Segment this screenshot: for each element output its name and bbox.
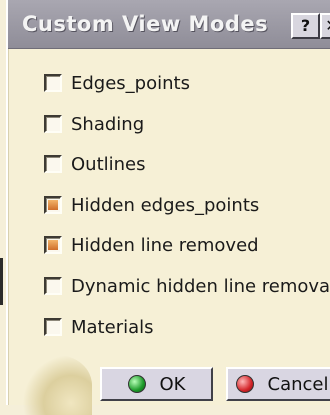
- checkbox[interactable]: [44, 277, 62, 295]
- option-label: Edges_points: [71, 72, 190, 94]
- option-materials[interactable]: Materials: [44, 314, 154, 340]
- checkbox[interactable]: [44, 196, 62, 214]
- checkbox[interactable]: [44, 236, 62, 254]
- check-mark-icon: [48, 200, 58, 210]
- cancel-button[interactable]: Cancel: [226, 367, 330, 401]
- option-shading[interactable]: Shading: [44, 111, 144, 137]
- option-label: Dynamic hidden line removal: [71, 275, 330, 297]
- option-outlines[interactable]: Outlines: [44, 151, 146, 177]
- check-mark-icon: [48, 240, 58, 250]
- option-label: Outlines: [71, 153, 146, 175]
- option-label: Materials: [71, 316, 154, 338]
- cancel-label: Cancel: [267, 373, 329, 395]
- checkbox[interactable]: [44, 318, 62, 336]
- option-label: Hidden edges_points: [71, 194, 260, 216]
- option-hidden-edges-points[interactable]: Hidden edges_points: [44, 192, 259, 218]
- custom-view-modes-dialog: Custom View Modes ? ✕ Edges_points Shadi…: [6, 0, 330, 415]
- close-button[interactable]: ✕: [320, 13, 330, 39]
- checkbox[interactable]: [44, 115, 62, 133]
- ok-label: OK: [159, 373, 186, 395]
- option-hidden-line-removed[interactable]: Hidden line removed: [44, 232, 259, 258]
- ok-button[interactable]: OK: [100, 367, 213, 401]
- option-edges-points[interactable]: Edges_points: [44, 70, 190, 96]
- option-dynamic-hidden-line-removal[interactable]: Dynamic hidden line removal: [44, 273, 330, 299]
- option-label: Shading: [71, 113, 145, 135]
- dialog-title: Custom View Modes: [22, 12, 269, 36]
- red-dot-icon: [235, 375, 254, 393]
- help-button[interactable]: ?: [291, 13, 320, 39]
- decorative-swirl: [22, 355, 92, 415]
- checkbox[interactable]: [44, 155, 62, 173]
- background-edge: [0, 258, 3, 305]
- green-dot-icon: [127, 375, 146, 393]
- option-label: Hidden line removed: [71, 234, 259, 256]
- checkbox[interactable]: [44, 74, 62, 92]
- title-bar[interactable]: Custom View Modes ? ✕: [8, 0, 330, 49]
